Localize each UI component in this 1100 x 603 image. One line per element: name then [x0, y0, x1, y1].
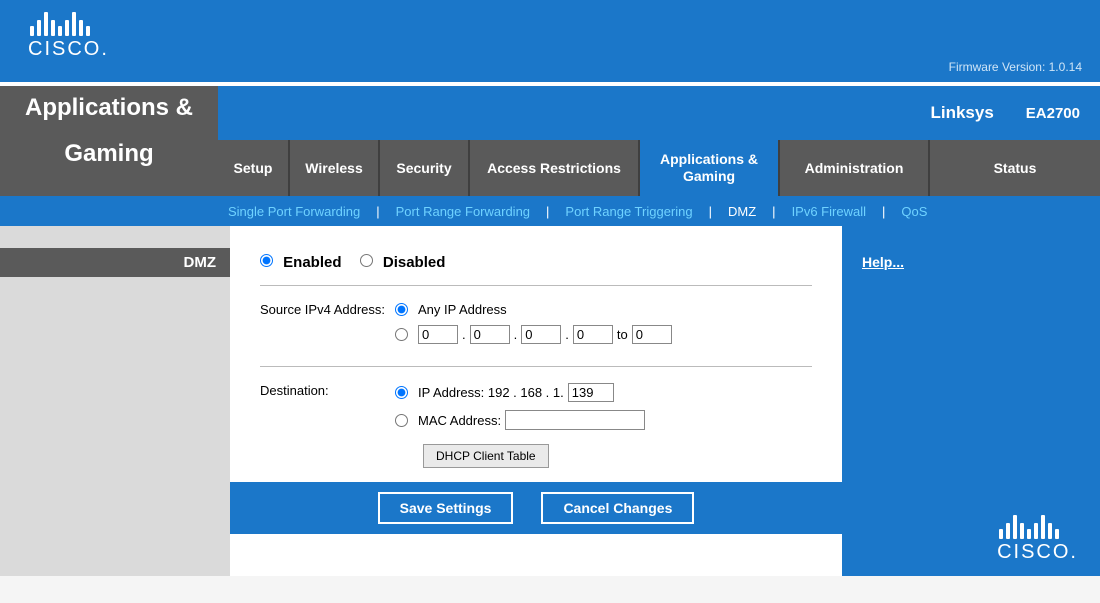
dest-mac-input[interactable]: [505, 410, 645, 430]
section-title-line1: Applications &: [0, 86, 218, 140]
main-tabs: Setup Wireless Security Access Restricti…: [218, 140, 1100, 196]
source-ip-label: Source IPv4 Address:: [260, 302, 395, 352]
main-nav: Gaming Setup Wireless Security Access Re…: [0, 140, 1100, 196]
subtab-qos[interactable]: QoS: [891, 204, 937, 219]
tab-wireless[interactable]: Wireless: [290, 140, 380, 196]
cisco-logo-footer: CISCO.: [997, 511, 1078, 564]
src-ip-to[interactable]: [632, 325, 672, 344]
dest-ip-radio[interactable]: [395, 386, 408, 399]
cancel-changes-button[interactable]: Cancel Changes: [541, 492, 694, 524]
help-link[interactable]: Help...: [862, 254, 904, 270]
save-settings-button[interactable]: Save Settings: [378, 492, 514, 524]
enabled-radio[interactable]: [260, 254, 273, 267]
ip-range-row: . . . to: [395, 325, 812, 344]
cisco-logo: CISCO.: [28, 8, 109, 61]
section-band: Applications & Linksys EA2700: [0, 86, 1100, 140]
tab-administration[interactable]: Administration: [780, 140, 930, 196]
src-ip-a[interactable]: [418, 325, 458, 344]
tab-applications-gaming[interactable]: Applications & Gaming: [640, 140, 780, 196]
divider: [260, 366, 812, 367]
disabled-option[interactable]: Disabled: [360, 254, 446, 271]
subtab-port-range-forwarding[interactable]: Port Range Forwarding: [386, 204, 540, 219]
model-label: EA2700: [1026, 105, 1080, 122]
tab-access-restrictions[interactable]: Access Restrictions: [470, 140, 640, 196]
src-ip-b[interactable]: [470, 325, 510, 344]
source-ip-body: Any IP Address . . . to: [395, 302, 812, 352]
right-column: Help... CISCO.: [842, 226, 1100, 576]
divider: [260, 285, 812, 286]
ip-range-radio[interactable]: [395, 328, 408, 341]
form-panel: Enabled Disabled Source IPv4 Address: An…: [230, 226, 842, 576]
cisco-bars-icon: [30, 8, 109, 36]
cisco-wordmark-footer: CISCO.: [997, 541, 1078, 564]
tab-setup[interactable]: Setup: [218, 140, 290, 196]
src-ip-c[interactable]: [521, 325, 561, 344]
dest-mac-label: MAC Address:: [418, 413, 501, 428]
top-header: CISCO. Firmware Version: 1.0.14: [0, 0, 1100, 82]
disabled-label: Disabled: [383, 254, 446, 271]
firmware-version: Firmware Version: 1.0.14: [949, 60, 1082, 74]
destination-label: Destination:: [260, 383, 395, 468]
sep: |: [772, 204, 775, 219]
dmz-state-row: Enabled Disabled: [260, 254, 812, 271]
disabled-radio[interactable]: [360, 254, 373, 267]
destination-body: IP Address: 192 . 168 . 1. MAC Address: …: [395, 383, 812, 468]
sep: |: [709, 204, 712, 219]
subtab-single-port-forwarding[interactable]: Single Port Forwarding: [218, 204, 370, 219]
dest-ip-last-octet[interactable]: [568, 383, 614, 402]
brand-label: Linksys: [930, 103, 993, 123]
brand-strip: Linksys EA2700: [218, 86, 1100, 140]
destination-row: Destination: IP Address: 192 . 168 . 1. …: [260, 383, 812, 468]
tab-applications-gaming-label: Applications & Gaming: [654, 151, 764, 185]
dest-ip-prefix: IP Address: 192 . 168 . 1.: [418, 385, 564, 400]
src-ip-d[interactable]: [573, 325, 613, 344]
sep: |: [882, 204, 885, 219]
action-bar: Save Settings Cancel Changes: [230, 482, 842, 534]
left-column: DMZ: [0, 226, 230, 576]
tab-security[interactable]: Security: [380, 140, 470, 196]
panel-heading: DMZ: [0, 248, 230, 277]
dhcp-client-table-button[interactable]: DHCP Client Table: [423, 444, 549, 468]
source-ip-row: Source IPv4 Address: Any IP Address . . …: [260, 302, 812, 352]
subtab-dmz[interactable]: DMZ: [718, 204, 766, 219]
section-title-line2: Gaming: [0, 140, 218, 196]
subtab-ipv6-firewall[interactable]: IPv6 Firewall: [782, 204, 876, 219]
cisco-bars-icon: [999, 511, 1078, 539]
sep: |: [376, 204, 379, 219]
sep: |: [546, 204, 549, 219]
dest-ip-row: IP Address: 192 . 168 . 1.: [395, 383, 812, 402]
content: DMZ Enabled Disabled Source IPv4 Address…: [0, 226, 1100, 576]
enabled-option[interactable]: Enabled: [260, 254, 346, 271]
subtab-port-range-triggering[interactable]: Port Range Triggering: [555, 204, 702, 219]
sub-nav: Single Port Forwarding | Port Range Forw…: [0, 196, 1100, 226]
enabled-label: Enabled: [283, 254, 341, 271]
dest-mac-radio[interactable]: [395, 414, 408, 427]
any-ip-radio[interactable]: [395, 303, 408, 316]
any-ip-label: Any IP Address: [418, 302, 507, 317]
any-ip-row: Any IP Address: [395, 302, 812, 317]
to-label: to: [617, 327, 628, 342]
dest-mac-row: MAC Address:: [395, 410, 812, 430]
tab-status[interactable]: Status: [930, 140, 1100, 196]
cisco-wordmark: CISCO.: [28, 38, 109, 61]
